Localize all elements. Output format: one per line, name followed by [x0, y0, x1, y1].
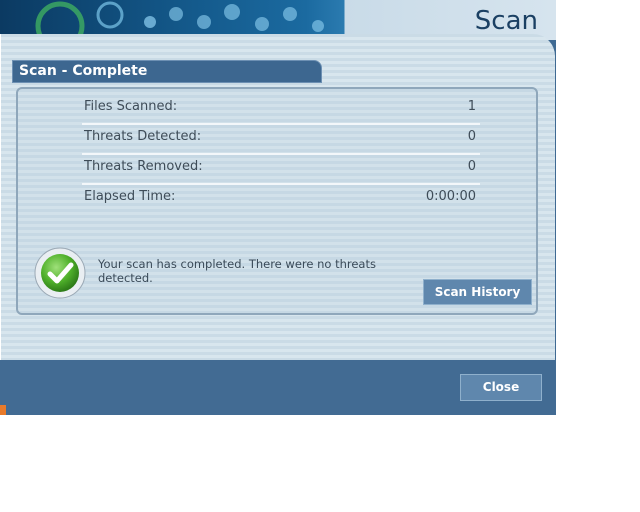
- files-scanned-value: 1: [467, 99, 476, 114]
- threats-detected-label: Threats Detected:: [84, 129, 202, 144]
- threats-removed-value: 0: [467, 159, 476, 174]
- window-title: Scan: [474, 6, 538, 36]
- status-message: Your scan has completed. There were no t…: [98, 257, 376, 285]
- scan-history-button[interactable]: Scan History: [423, 279, 532, 305]
- threats-detected-row: Threats Detected: 0: [82, 123, 480, 155]
- checkmark-icon: [34, 247, 86, 299]
- threats-removed-label: Threats Removed:: [84, 159, 203, 174]
- section-header-label: Scan - Complete: [19, 63, 148, 79]
- results-panel: Files Scanned: 1 Threats Detected: 0 Thr…: [16, 87, 538, 315]
- threats-detected-value: 0: [467, 129, 476, 144]
- elapsed-time-value: 0:00:00: [425, 189, 476, 204]
- threats-removed-row: Threats Removed: 0: [82, 153, 480, 185]
- files-scanned-row: Files Scanned: 1: [82, 93, 480, 125]
- section-header: Scan - Complete: [12, 60, 322, 83]
- elapsed-time-row: Elapsed Time: 0:00:00: [82, 183, 480, 213]
- files-scanned-label: Files Scanned:: [84, 99, 178, 114]
- footer-accent: [0, 405, 6, 415]
- scan-window: Scan Scan - Complete Files Scanned: 1 Th…: [0, 0, 556, 415]
- elapsed-time-label: Elapsed Time:: [84, 189, 176, 204]
- close-button[interactable]: Close: [460, 374, 542, 401]
